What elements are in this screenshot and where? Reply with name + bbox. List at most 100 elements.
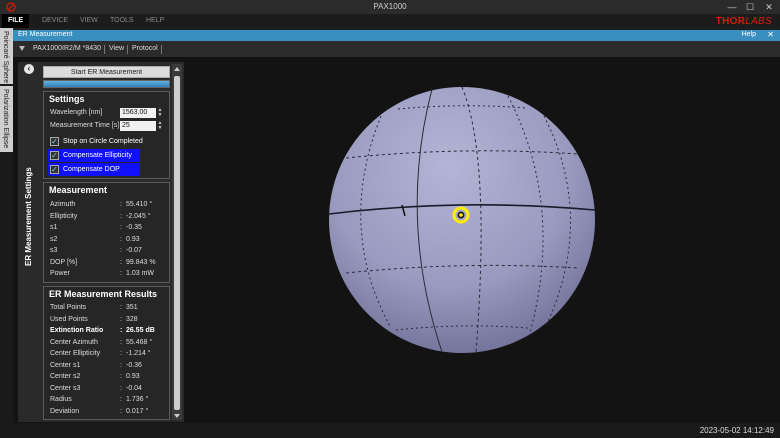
tab-poincare-sphere[interactable]: Poincaré Sphere [0,28,13,84]
row-value: 0.93 [126,235,140,243]
device-name[interactable]: PAX1000IR2/M *8430 [33,45,101,52]
row-colon: : [120,350,122,357]
scroll-down-icon[interactable] [174,414,180,418]
settings-group: Settings Wavelength [nm] 1563.00 ▲ ▼ Meas… [43,91,170,179]
row-value: 0.017 ° [126,407,149,415]
collapse-back-icon[interactable]: ‹ [24,64,34,74]
status-bar: 2023-05-02 14:12:49 [0,423,780,438]
tab-polarization-ellipse[interactable]: Polarization Ellipse [0,86,13,152]
scroll-up-icon[interactable] [174,67,180,71]
checkmark-icon[interactable]: ✓ [50,137,59,146]
checkbox-label: Compensate Ellipticity [63,152,132,159]
measurement-time-stepper[interactable]: ▲ ▼ [157,121,163,131]
row-value: -0.04 [126,384,142,392]
panel-header: ER Measurement Help ✕ [13,30,780,41]
row-value: 26.55 dB [126,327,155,334]
measurement-time-input[interactable]: 25 [120,121,156,131]
brand-logo: THORLABS [715,16,772,27]
panel-title: ER Measurement [18,31,73,38]
row-value: -2.045 ° [126,212,151,220]
row-label: Center Azimuth [50,338,98,346]
measurement-time-label: Measurement Time [s] [50,122,120,129]
menu-view[interactable]: VIEW [74,14,104,28]
dropdown-arrow-icon[interactable] [19,46,25,51]
row-value: -0.35 [126,224,142,231]
poincare-sphere-view[interactable] [186,58,780,423]
row-label: Center Ellipticity [50,350,101,357]
row-label: Ellipticity [50,212,78,220]
row-value: 99.843 % [126,258,156,266]
wavelength-label: Wavelength [nm] [50,109,103,116]
row-colon: : [120,201,122,208]
wavelength-input[interactable]: 1563.00 [120,108,156,118]
pane-vertical-title: ER Measurement Settings [24,167,33,266]
checkbox-label: Stop on Circle Completed [63,138,143,145]
status-timestamp: 2023-05-02 14:12:49 [699,426,774,435]
scrollbar-thumb[interactable] [174,76,180,410]
side-tab-strip: Poincaré Sphere Polarization Ellipse [0,28,13,438]
row-label: Used Points [50,315,88,323]
row-label: Radius [50,396,72,403]
checkmark-icon[interactable]: ✓ [50,165,59,174]
checkbox-stop-on-circle[interactable]: ✓ Stop on Circle Completed [48,135,143,148]
row-colon: : [120,407,122,415]
row-colon: : [120,235,122,243]
checkmark-icon[interactable]: ✓ [50,151,59,160]
row-colon: : [120,224,122,231]
row-label: Center s3 [50,384,81,392]
row-colon: : [120,327,123,334]
row-value: -1.214 ° [126,350,151,357]
row-value: 1.03 mW [126,270,155,277]
protocol-menu[interactable]: Protocol [132,45,158,52]
row-label: s3 [50,247,58,254]
view-menu[interactable]: View [109,45,124,52]
row-value: -0.07 [126,247,142,254]
menu-help[interactable]: HELP [140,14,170,28]
results-title: ER Measurement Results [49,289,158,299]
row-value: 328 [126,315,138,323]
row-label: Total Points [50,304,87,311]
row-colon: : [120,270,122,277]
sphere-surface [329,87,595,353]
separator [127,45,128,54]
close-button[interactable]: ✕ [761,1,777,13]
row-value: 1.736 ° [126,396,149,403]
settings-title: Settings [49,94,85,104]
row-colon: : [120,258,122,266]
checkbox-label: Compensate DOP [63,166,120,173]
menu-tools[interactable]: TOOLS [104,14,140,28]
progress-bar [43,80,170,88]
progress-fill [44,81,169,87]
row-value: 55.410 ° [126,201,153,208]
separator [161,45,162,54]
row-label: Deviation [50,407,80,415]
row-colon: : [120,396,122,403]
row-colon: : [120,338,122,346]
help-link[interactable]: Help [742,31,756,38]
er-results-group: ER Measurement Results Total Points:351 U… [43,286,170,420]
panel-close-button[interactable]: ✕ [767,30,774,39]
maximize-button[interactable]: ☐ [742,1,758,13]
checkbox-compensate-dop[interactable]: ✓ Compensate DOP [48,163,140,176]
checkbox-compensate-ellipticity[interactable]: ✓ Compensate Ellipticity [48,149,140,162]
wavelength-stepper[interactable]: ▲ ▼ [157,108,163,118]
row-colon: : [120,247,122,254]
marker-dot [459,213,463,217]
row-label: Center s1 [50,361,81,369]
menu-file[interactable]: FILE [2,14,30,28]
menu-bar: FILE DEVICE VIEW TOOLS HELP THORLABS [0,14,780,28]
row-value: 55.468 ° [126,338,153,346]
row-value: -0.36 [126,361,142,369]
start-er-measurement-button[interactable]: Start ER Measurement [43,66,170,78]
row-label: Center s2 [50,373,81,380]
row-value: 0.93 [126,373,140,380]
row-label: s2 [50,235,58,243]
row-colon: : [120,315,122,323]
row-colon: : [120,304,122,311]
window-title: PAX1000 [373,2,407,11]
minimize-button[interactable]: — [724,1,740,13]
menu-device[interactable]: DEVICE [36,14,74,28]
row-value: 351 [126,304,138,311]
row-label: Power [50,270,70,277]
row-colon: : [120,373,122,380]
